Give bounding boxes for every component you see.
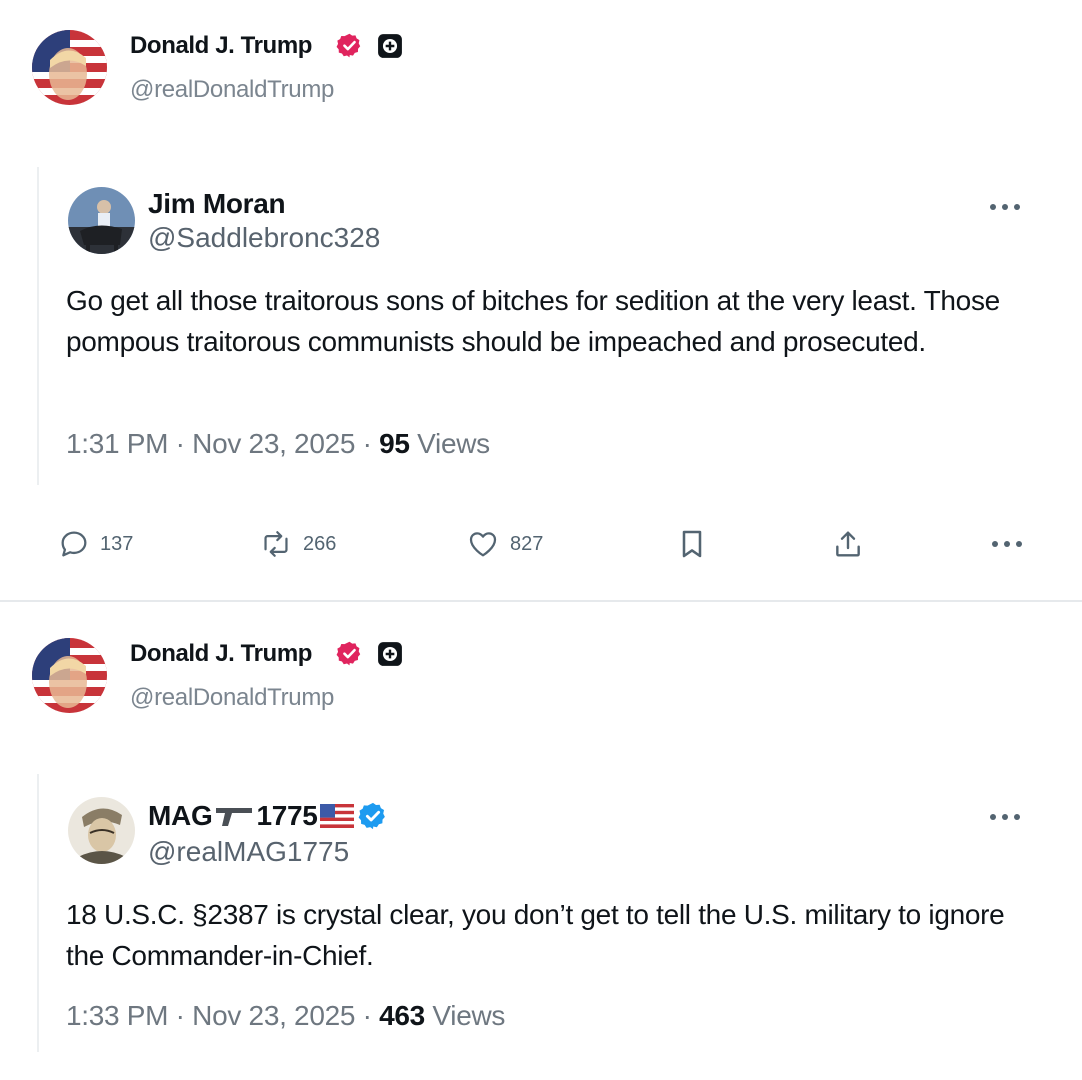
post: Donald J. Trump @realDonaldTrump Jim Mor… [0,0,1082,600]
repost-count: 266 [303,532,337,555]
us-flag-icon [319,804,354,828]
author-name[interactable]: Donald J. Trump [130,32,312,60]
quote-border [37,774,39,1052]
author-name[interactable]: Donald J. Trump [130,640,312,668]
author-handle[interactable]: @realDonaldTrump [130,684,334,712]
post-meta: 1:33 PM · Nov 23, 2025 · 463 Views [66,1000,505,1032]
views-count: 95 [379,428,410,459]
views-label: Views [424,1000,506,1031]
verified-badge-icon [336,33,361,58]
reply-icon [61,531,87,557]
views-count: 463 [379,1000,425,1031]
quoted-post-text: 18 U.S.C. §2387 is crystal clear, you do… [66,899,1005,971]
repost-icon [264,531,288,557]
avatar[interactable] [32,30,107,105]
share-icon[interactable] [832,528,864,560]
quoted-avatar[interactable] [68,187,135,254]
reply-count: 137 [100,532,134,555]
quoted-author-name[interactable]: Jim Moran [148,188,286,220]
quoted-author-handle[interactable]: @Saddlebronc328 [148,222,380,254]
reply-button[interactable]: 137 [58,528,133,560]
government-badge-icon [378,642,402,666]
like-count: 827 [510,532,544,555]
heart-icon [469,532,497,557]
quoted-author-name-suffix: 1775 [256,800,318,831]
author-handle[interactable]: @realDonaldTrump [130,76,334,104]
government-badge-icon [378,34,402,58]
repost-button[interactable]: 266 [259,528,336,560]
more-options-icon[interactable] [990,539,1024,549]
meta-separator: · [355,428,380,459]
like-button[interactable]: 827 [466,528,543,560]
more-options-icon[interactable] [988,812,1022,822]
post-time[interactable]: 1:31 PM [66,428,168,459]
more-options-icon[interactable] [988,202,1022,212]
views-label: Views [409,428,490,459]
meta-separator: · [168,1000,193,1031]
quoted-author-handle[interactable]: @realMAG1775 [148,836,349,868]
bookmark-icon[interactable] [678,528,706,560]
post-time[interactable]: 1:33 PM [66,1000,168,1031]
gun-emoji-icon [216,808,253,826]
meta-separator: · [168,428,193,459]
quoted-post-text: Go get all those traitorous sons of bitc… [66,285,1000,357]
post: Donald J. Trump @realDonaldTrump MAG 177… [0,602,1082,1080]
avatar[interactable] [32,638,107,713]
verified-badge-icon [336,641,361,666]
quoted-author-name-row[interactable]: MAG 1775 [148,800,388,832]
post-date[interactable]: Nov 23, 2025 [192,428,355,459]
quoted-author-name: MAG [148,800,213,831]
post-meta: 1:31 PM · Nov 23, 2025 · 95 Views [66,428,490,460]
meta-separator: · [355,1000,380,1031]
quote-border [37,167,39,485]
quoted-avatar[interactable] [68,797,135,864]
verified-badge-icon [358,802,385,830]
post-date[interactable]: Nov 23, 2025 [192,1000,355,1031]
